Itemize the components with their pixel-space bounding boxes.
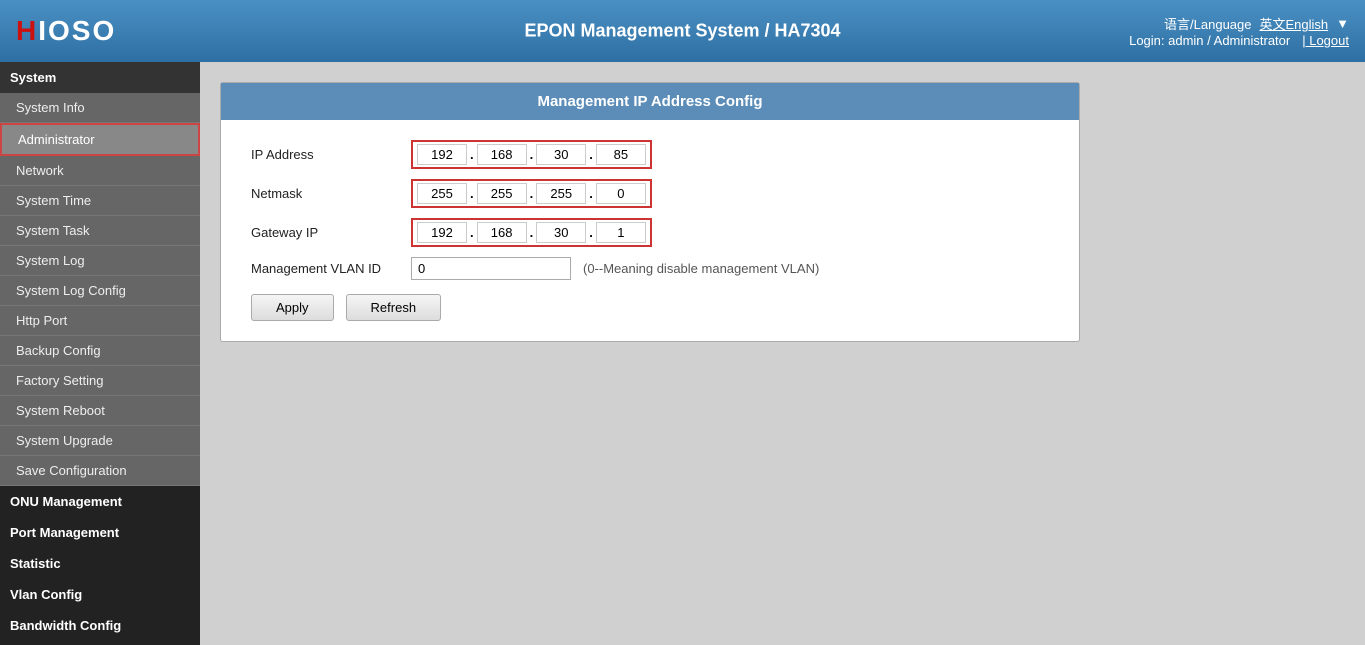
netmask-octet2[interactable]	[477, 183, 527, 204]
netmask-sep-2: .	[527, 186, 537, 201]
sidebar-item-factory-setting[interactable]: Factory Setting	[0, 366, 200, 396]
gateway-group: . . .	[411, 218, 652, 247]
sidebar-item-system-info[interactable]: System Info	[0, 93, 200, 123]
ip-address-octet3[interactable]	[536, 144, 586, 165]
gateway-row: Gateway IP . . .	[251, 218, 1059, 247]
gateway-octet3[interactable]	[536, 222, 586, 243]
login-info: Login: admin / Administrator	[1129, 33, 1290, 48]
apply-button[interactable]: Apply	[251, 294, 334, 321]
sidebar-group-onu[interactable]: ONU Management	[0, 486, 200, 517]
refresh-button[interactable]: Refresh	[346, 294, 442, 321]
netmask-sep-1: .	[467, 186, 477, 201]
gateway-sep-3: .	[586, 225, 596, 240]
gateway-label: Gateway IP	[251, 225, 411, 240]
gateway-sep-1: .	[467, 225, 477, 240]
sidebar-group-system[interactable]: System	[0, 62, 200, 93]
ip-address-octet4[interactable]	[596, 144, 646, 165]
layout: System System Info Administrator Network…	[0, 62, 1365, 645]
gateway-sep-2: .	[527, 225, 537, 240]
sidebar: System System Info Administrator Network…	[0, 62, 200, 645]
ip-address-label: IP Address	[251, 147, 411, 162]
header-title: EPON Management System / HA7304	[524, 21, 840, 42]
ip-sep-2: .	[527, 147, 537, 162]
system-title: EPON Management System / HA7304	[524, 21, 840, 41]
sidebar-item-http-port[interactable]: Http Port	[0, 306, 200, 336]
ip-address-octet2[interactable]	[477, 144, 527, 165]
sidebar-item-network[interactable]: Network	[0, 156, 200, 186]
language-label: 语言/Language	[1164, 14, 1251, 33]
ip-sep-3: .	[586, 147, 596, 162]
language-value[interactable]: 英文English	[1259, 14, 1328, 33]
netmask-octet3[interactable]	[536, 183, 586, 204]
sidebar-group-port[interactable]: Port Management	[0, 517, 200, 548]
header-right: 语言/Language 英文English ▼ Login: admin / A…	[1129, 14, 1349, 48]
sidebar-group-olt-mac[interactable]: OLT Mac Config	[0, 641, 200, 645]
sidebar-item-backup-config[interactable]: Backup Config	[0, 336, 200, 366]
card-title: Management IP Address Config	[221, 83, 1079, 120]
sidebar-item-system-log[interactable]: System Log	[0, 246, 200, 276]
netmask-octet4[interactable]	[596, 183, 646, 204]
gateway-octet4[interactable]	[596, 222, 646, 243]
logout-link[interactable]: | Logout	[1302, 33, 1349, 48]
vlan-note: (0--Meaning disable management VLAN)	[583, 261, 819, 276]
ip-sep-1: .	[467, 147, 477, 162]
netmask-label: Netmask	[251, 186, 411, 201]
sidebar-group-statistic[interactable]: Statistic	[0, 548, 200, 579]
netmask-octet1[interactable]	[417, 183, 467, 204]
card-title-text: Management IP Address Config	[537, 93, 762, 110]
sidebar-group-vlan[interactable]: Vlan Config	[0, 579, 200, 610]
gateway-octet2[interactable]	[477, 222, 527, 243]
card-body: IP Address . . . Netmask	[221, 120, 1079, 341]
ip-address-group: . . .	[411, 140, 652, 169]
ip-address-row: IP Address . . .	[251, 140, 1059, 169]
vlan-label: Management VLAN ID	[251, 261, 411, 276]
netmask-group: . . .	[411, 179, 652, 208]
sidebar-item-system-task[interactable]: System Task	[0, 216, 200, 246]
vlan-row: Management VLAN ID (0--Meaning disable m…	[251, 257, 1059, 280]
ip-address-octet1[interactable]	[417, 144, 467, 165]
sidebar-item-system-upgrade[interactable]: System Upgrade	[0, 426, 200, 456]
header: HIOSO EPON Management System / HA7304 语言…	[0, 0, 1365, 62]
netmask-row: Netmask . . .	[251, 179, 1059, 208]
button-row: Apply Refresh	[251, 294, 1059, 321]
sidebar-item-system-log-config[interactable]: System Log Config	[0, 276, 200, 306]
netmask-sep-3: .	[586, 186, 596, 201]
logo-text: HIOSO	[16, 15, 116, 47]
config-card: Management IP Address Config IP Address …	[220, 82, 1080, 342]
sidebar-item-system-reboot[interactable]: System Reboot	[0, 396, 200, 426]
logo: HIOSO	[16, 15, 116, 47]
sidebar-item-system-time[interactable]: System Time	[0, 186, 200, 216]
sidebar-group-bandwidth[interactable]: Bandwidth Config	[0, 610, 200, 641]
gateway-octet1[interactable]	[417, 222, 467, 243]
vlan-id-input[interactable]	[411, 257, 571, 280]
sidebar-item-administrator[interactable]: Administrator	[0, 123, 200, 156]
sidebar-item-save-configuration[interactable]: Save Configuration	[0, 456, 200, 486]
main-content: Management IP Address Config IP Address …	[200, 62, 1365, 645]
